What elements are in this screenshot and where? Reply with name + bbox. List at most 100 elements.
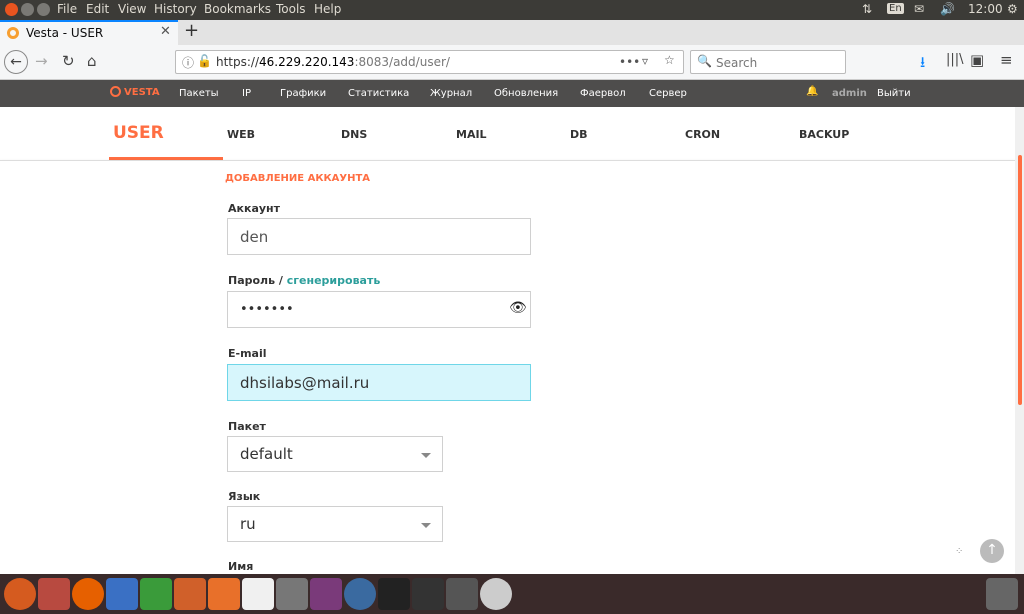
close-tab-icon[interactable]: ✕ [160,24,171,39]
tab-dns[interactable]: DNS [341,128,367,141]
tab-db[interactable]: DB [570,128,588,141]
reload-button[interactable]: ↻ [62,52,75,70]
menu-server[interactable]: Сервер [649,88,687,99]
email-input[interactable]: dhsilabs@mail.ru [227,364,531,401]
volume-icon[interactable]: 🔊 [940,2,955,16]
gear-icon[interactable]: ⚙ [1007,2,1018,16]
system-top-bar: File Edit View History Bookmarks Tools H… [0,0,1024,20]
impress-icon[interactable] [174,578,206,610]
menu-history[interactable]: History [154,2,197,16]
search-input[interactable]: 🔍 Search [690,50,846,74]
menu-updates[interactable]: Обновления [494,88,558,99]
keyboard-layout[interactable]: En [887,3,904,14]
bell-icon[interactable]: 🔔 [806,86,818,97]
media-icon[interactable] [310,578,342,610]
page-title: ДОБАВЛЕНИЕ АККАУНТА [225,173,371,184]
chevron-down-icon [421,453,431,458]
language-select[interactable]: ru [227,506,443,542]
show-password-eye-icon[interactable]: 👁 [509,300,527,316]
taskbar [0,574,1024,614]
menu-graphs[interactable]: Графики [280,88,326,99]
menu-tools[interactable]: Tools [276,2,306,16]
vesta-top-menu: VESTA Пакеты IP Графики Статистика Журна… [0,80,1024,107]
trash-icon[interactable] [986,578,1018,610]
workspace-icon[interactable] [412,578,444,610]
tab-bar: Vesta - USER ✕ + [0,20,1024,45]
scroll-to-top-button[interactable]: ↑ [980,539,1004,563]
name-label: Имя [228,560,254,573]
back-button[interactable]: ← [4,50,28,74]
tab-vesta-user[interactable]: Vesta - USER ✕ [0,20,178,45]
menu-statistics[interactable]: Статистика [348,88,409,99]
maximize-window-icon[interactable] [37,3,50,16]
menu-file[interactable]: File [57,2,77,16]
library-icon[interactable]: |||\ [946,52,964,67]
scrollbar-thumb[interactable] [1018,155,1022,405]
forward-button[interactable]: → [35,52,48,70]
minimize-window-icon[interactable] [21,3,34,16]
url-bar[interactable]: ⓘ 🔓 https://46.229.220.143:8083/add/user… [175,50,684,74]
new-tab-icon[interactable]: + [184,20,199,41]
tab-backup[interactable]: BACKUP [799,128,849,141]
vesta-favicon-icon [7,27,19,39]
pocket-icon[interactable]: ▿ [642,54,648,68]
vesta-section-tabs: USER WEB DNS MAIL DB CRON BACKUP [0,107,1024,160]
terminal-icon[interactable] [378,578,410,610]
menu-view[interactable]: View [118,2,146,16]
network-icon[interactable] [344,578,376,610]
menu-edit[interactable]: Edit [86,2,109,16]
hamburger-menu-icon[interactable]: ≡ [1000,51,1013,69]
lock-icon[interactable]: 🔓 [197,54,212,68]
home-button[interactable]: ⌂ [87,52,97,70]
add-user-form: Аккаунт den Пароль / сгенерировать •••••… [0,196,1015,574]
package-label: Пакет [228,420,266,433]
shortcuts-icon[interactable]: ⁘ [955,546,963,557]
search-placeholder: Search [716,56,758,70]
disc-icon[interactable] [480,578,512,610]
generate-password-link[interactable]: сгенерировать [287,274,381,287]
settings-icon[interactable] [276,578,308,610]
close-window-icon[interactable] [5,3,18,16]
menu-bookmarks[interactable]: Bookmarks [204,2,271,16]
menu-ip[interactable]: IP [242,88,251,99]
calc-icon[interactable] [140,578,172,610]
bookmark-star-icon[interactable]: ☆ [664,53,675,67]
menu-packages[interactable]: Пакеты [179,88,219,99]
save-icon[interactable] [446,578,478,610]
password-value: ••••••• [240,302,294,317]
language-value: ru [240,515,256,533]
logout-link[interactable]: Выйти [877,88,911,99]
page-actions-icon[interactable]: ••• [619,55,640,69]
user-name[interactable]: admin [832,88,867,99]
mail-icon[interactable]: ✉ [914,2,924,16]
network-transfer-icon[interactable]: ⇅ [862,2,872,16]
tab-cron[interactable]: CRON [685,128,720,141]
email-value: dhsilabs@mail.ru [240,374,370,392]
navigation-bar: ← → ↻ ⌂ ⓘ 🔓 https://46.229.220.143:8083/… [0,45,1024,80]
amazon-icon[interactable] [242,578,274,610]
software-center-icon[interactable] [208,578,240,610]
page-scrollbar[interactable] [1015,107,1024,574]
clock[interactable]: 12:00 [968,2,1003,16]
sidebar-icon[interactable]: ▣ [970,51,984,69]
tab-web[interactable]: WEB [227,128,255,141]
tab-user[interactable]: USER [113,123,164,143]
downloads-icon[interactable]: ⭳ [920,52,925,77]
account-value: den [240,228,269,246]
info-icon[interactable]: ⓘ [182,54,194,71]
firefox-icon[interactable] [72,578,104,610]
menu-help[interactable]: Help [314,2,341,16]
ubuntu-logo-icon[interactable] [4,578,36,610]
menu-log[interactable]: Журнал [430,88,472,99]
vesta-logo[interactable]: VESTA [110,86,160,98]
account-input[interactable]: den [227,218,531,255]
writer-icon[interactable] [106,578,138,610]
email-label: E-mail [228,347,267,360]
password-input[interactable]: ••••••• 👁 [227,291,531,328]
files-icon[interactable] [38,578,70,610]
package-select[interactable]: default [227,436,443,472]
tab-mail[interactable]: MAIL [456,128,487,141]
chevron-down-icon [421,523,431,528]
page-subheader: ДОБАВЛЕНИЕ АККАУНТА [0,160,1015,196]
menu-firewall[interactable]: Фаервол [580,88,626,99]
